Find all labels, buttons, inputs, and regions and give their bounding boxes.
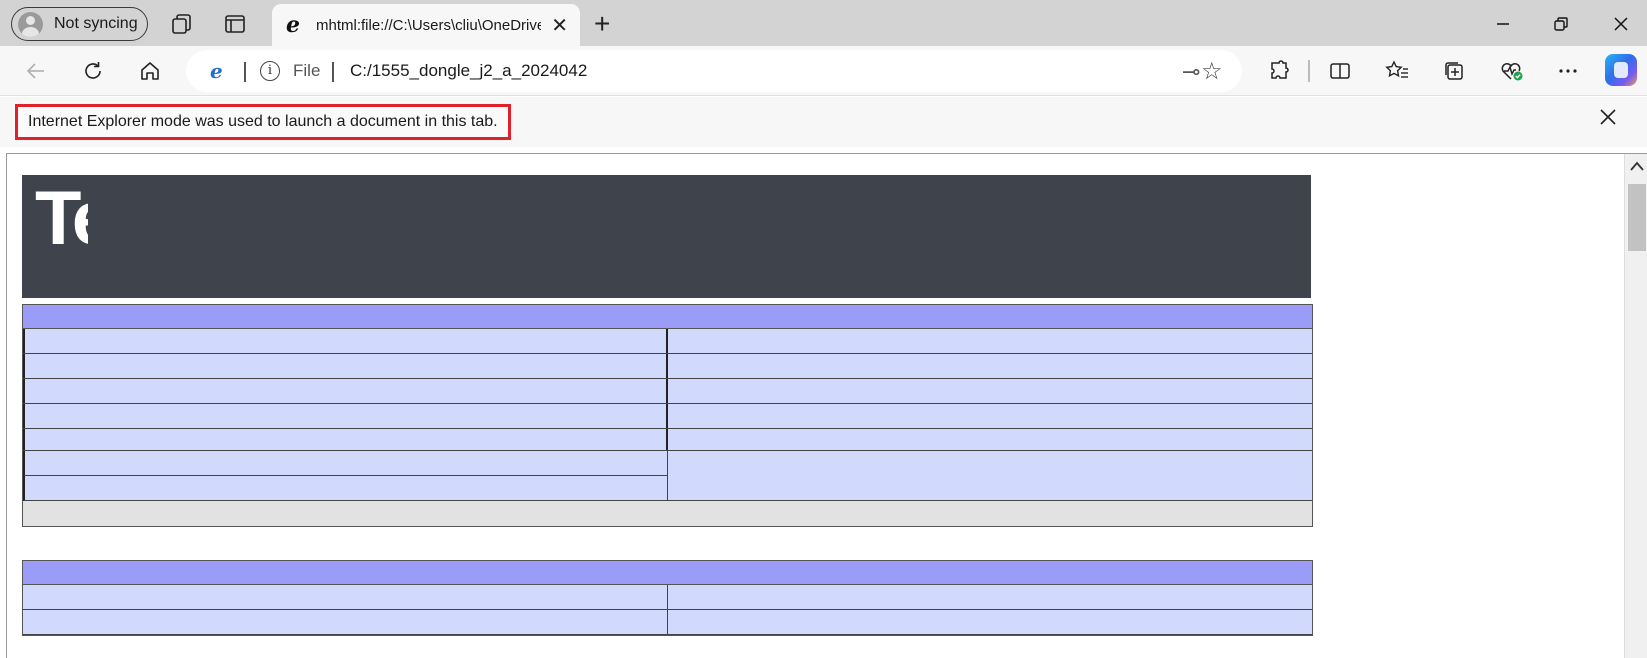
- table-cell: [23, 476, 668, 501]
- table-cell: [23, 610, 668, 634]
- avatar-icon: [18, 11, 43, 37]
- infobar-close-icon[interactable]: [1598, 106, 1618, 134]
- address-bar[interactable]: e i File C:/​1555_dongle_j2_a_2024042 ⊸ …: [186, 50, 1242, 92]
- collections-icon[interactable]: [1439, 56, 1469, 86]
- profile-label: Not syncing: [54, 15, 138, 32]
- banner-logo: Te: [35, 181, 88, 257]
- restore-button[interactable]: [1538, 8, 1584, 40]
- tab-close-icon[interactable]: ✕: [551, 13, 568, 38]
- page-banner: Te: [22, 175, 1311, 298]
- table-cell: [23, 451, 668, 476]
- split-screen-icon[interactable]: [1325, 56, 1355, 86]
- table-cell: [668, 329, 1312, 353]
- toolbar: e i File C:/​1555_dongle_j2_a_2024042 ⊸ …: [0, 46, 1647, 96]
- close-window-button[interactable]: [1598, 8, 1644, 40]
- table-header: [23, 305, 1312, 329]
- ie-logo-icon: e: [210, 59, 223, 83]
- home-icon[interactable]: [136, 57, 164, 85]
- more-icon[interactable]: [1553, 56, 1583, 86]
- refresh-icon[interactable]: [79, 57, 107, 85]
- table-row: [23, 379, 1312, 404]
- title-bar: Not syncing e mhtml:file://C:\Users\cliu…: [0, 0, 1647, 46]
- table-cell: [668, 354, 1312, 378]
- scroll-up-icon[interactable]: [1629, 160, 1645, 172]
- back-icon[interactable]: [22, 57, 50, 85]
- url-text[interactable]: C:/​1555_dongle_j2_a_2024042: [350, 61, 590, 81]
- table-row: [23, 404, 1312, 429]
- scheme-label: File: [293, 61, 321, 80]
- table-row: [23, 429, 1312, 451]
- site-info-icon[interactable]: i: [260, 61, 280, 81]
- table-cell: [668, 379, 1312, 403]
- info-table: [22, 304, 1313, 527]
- workspaces-icon[interactable]: [170, 12, 194, 36]
- page-content: Te: [6, 153, 1647, 658]
- table-cell: [23, 329, 668, 353]
- key-icon: ⊸: [1182, 59, 1201, 84]
- vertical-tabs-icon[interactable]: [223, 12, 247, 36]
- favorite-star-icon[interactable]: ☆: [1201, 57, 1223, 86]
- table-row: [23, 354, 1312, 379]
- copilot-icon[interactable]: [1605, 54, 1637, 86]
- address-separator: [332, 62, 334, 82]
- browser-essentials-icon[interactable]: [1497, 56, 1527, 86]
- table-cell: [23, 379, 668, 403]
- table-row: [23, 329, 1312, 354]
- address-separator: [244, 62, 246, 82]
- tab-active[interactable]: e mhtml:file://C:\Users\cliu\OneDrive ✕: [272, 4, 580, 46]
- table-cell: [668, 429, 1312, 450]
- table-row: [23, 585, 1312, 610]
- table-merged-cell: [668, 451, 1312, 501]
- infobar-message: Internet Explorer mode was used to launc…: [15, 104, 511, 140]
- info-table-2: [22, 560, 1313, 636]
- tab-title: mhtml:file://C:\Users\cliu\OneDrive: [316, 16, 541, 34]
- minimize-button[interactable]: [1480, 8, 1526, 40]
- table-cell: [23, 354, 668, 378]
- table-cell: [668, 610, 1312, 634]
- ie-mode-icon: e: [286, 12, 300, 38]
- table-cell: [668, 585, 1312, 609]
- table-cell: [23, 404, 668, 428]
- table-header: [23, 561, 1312, 585]
- profile-button[interactable]: Not syncing: [11, 7, 148, 41]
- favorites-icon[interactable]: [1382, 56, 1412, 86]
- table-cell: [668, 404, 1312, 428]
- scroll-thumb[interactable]: [1628, 184, 1646, 251]
- extensions-icon[interactable]: [1264, 56, 1294, 86]
- ie-mode-infobar: Internet Explorer mode was used to launc…: [0, 97, 1647, 147]
- table-cell: [23, 585, 668, 609]
- vertical-scrollbar[interactable]: [1624, 154, 1647, 658]
- toolbar-separator: [1308, 60, 1310, 82]
- new-tab-button[interactable]: +: [594, 8, 610, 40]
- table-cell: [23, 429, 668, 450]
- table-row: [23, 610, 1312, 635]
- table-merged-rows: [23, 451, 1312, 501]
- table-footer: [23, 501, 1312, 526]
